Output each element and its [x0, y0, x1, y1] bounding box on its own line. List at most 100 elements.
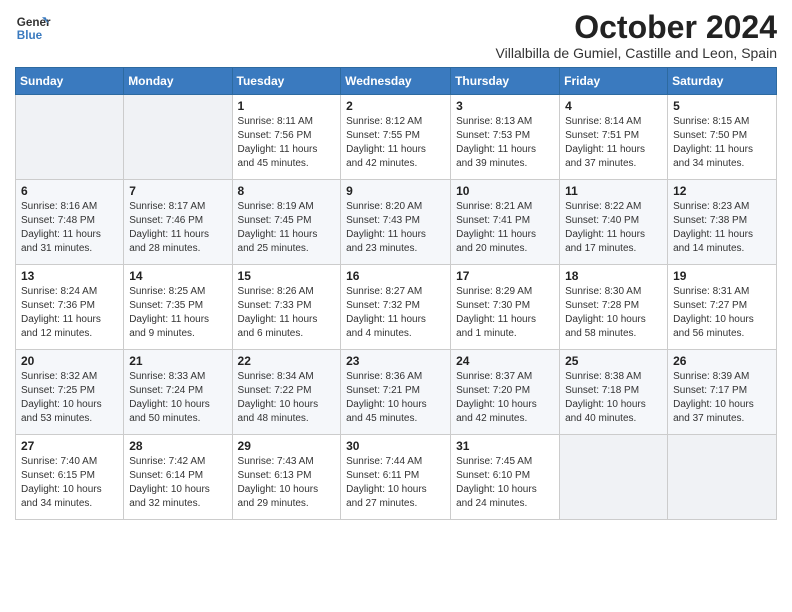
weekday-header-cell: Friday — [560, 68, 668, 95]
day-number: 10 — [456, 184, 554, 198]
day-info: Sunrise: 8:15 AM Sunset: 7:50 PM Dayligh… — [673, 115, 771, 171]
day-number: 19 — [673, 269, 771, 283]
day-number: 26 — [673, 354, 771, 368]
day-number: 24 — [456, 354, 554, 368]
weekday-header-cell: Sunday — [16, 68, 124, 95]
day-number: 1 — [238, 99, 336, 113]
calendar-table: SundayMondayTuesdayWednesdayThursdayFrid… — [15, 67, 777, 520]
day-info: Sunrise: 7:44 AM Sunset: 6:11 PM Dayligh… — [346, 455, 445, 511]
day-info: Sunrise: 8:26 AM Sunset: 7:33 PM Dayligh… — [238, 285, 336, 341]
calendar-cell: 14 Sunrise: 8:25 AM Sunset: 7:35 PM Dayli… — [124, 265, 232, 350]
day-info: Sunrise: 7:42 AM Sunset: 6:14 PM Dayligh… — [129, 455, 226, 511]
logo-icon: General Blue — [15, 10, 51, 46]
day-number: 16 — [346, 269, 445, 283]
day-info: Sunrise: 8:37 AM Sunset: 7:20 PM Dayligh… — [456, 370, 554, 426]
day-info: Sunrise: 8:13 AM Sunset: 7:53 PM Dayligh… — [456, 115, 554, 171]
calendar-cell: 16 Sunrise: 8:27 AM Sunset: 7:32 PM Dayli… — [341, 265, 451, 350]
calendar-cell: 13 Sunrise: 8:24 AM Sunset: 7:36 PM Dayli… — [16, 265, 124, 350]
calendar-week-row: 13 Sunrise: 8:24 AM Sunset: 7:36 PM Dayli… — [16, 265, 777, 350]
weekday-header-cell: Saturday — [668, 68, 777, 95]
day-number: 31 — [456, 439, 554, 453]
calendar-week-row: 27 Sunrise: 7:40 AM Sunset: 6:15 PM Dayli… — [16, 435, 777, 520]
calendar-cell: 18Sunrise: 8:30 AM Sunset: 7:28 PM Dayli… — [560, 265, 668, 350]
day-info: Sunrise: 8:33 AM Sunset: 7:24 PM Dayligh… — [129, 370, 226, 426]
calendar-cell: 3 Sunrise: 8:13 AM Sunset: 7:53 PM Daylig… — [451, 95, 560, 180]
weekday-header-row: SundayMondayTuesdayWednesdayThursdayFrid… — [16, 68, 777, 95]
day-info: Sunrise: 8:21 AM Sunset: 7:41 PM Dayligh… — [456, 200, 554, 256]
day-number: 3 — [456, 99, 554, 113]
day-info: Sunrise: 8:31 AM Sunset: 7:27 PM Dayligh… — [673, 285, 771, 341]
calendar-cell: 17Sunrise: 8:29 AM Sunset: 7:30 PM Dayli… — [451, 265, 560, 350]
calendar-week-row: 20 Sunrise: 8:32 AM Sunset: 7:25 PM Dayli… — [16, 350, 777, 435]
day-info: Sunrise: 8:32 AM Sunset: 7:25 PM Dayligh… — [21, 370, 118, 426]
calendar-cell — [668, 435, 777, 520]
calendar-body: 1Sunrise: 8:11 AM Sunset: 7:56 PM Daylig… — [16, 95, 777, 520]
calendar-cell: 26 Sunrise: 8:39 AM Sunset: 7:17 PM Dayli… — [668, 350, 777, 435]
day-number: 7 — [129, 184, 226, 198]
calendar-cell: 27 Sunrise: 7:40 AM Sunset: 6:15 PM Dayli… — [16, 435, 124, 520]
day-number: 25 — [565, 354, 662, 368]
day-info: Sunrise: 7:40 AM Sunset: 6:15 PM Dayligh… — [21, 455, 118, 511]
calendar-cell: 21Sunrise: 8:33 AM Sunset: 7:24 PM Dayli… — [124, 350, 232, 435]
svg-text:Blue: Blue — [17, 29, 43, 42]
day-number: 22 — [238, 354, 336, 368]
calendar-cell: 12Sunrise: 8:23 AM Sunset: 7:38 PM Dayli… — [668, 180, 777, 265]
day-number: 2 — [346, 99, 445, 113]
calendar-week-row: 6 Sunrise: 8:16 AM Sunset: 7:48 PM Daylig… — [16, 180, 777, 265]
calendar-cell: 23Sunrise: 8:36 AM Sunset: 7:21 PM Dayli… — [341, 350, 451, 435]
location-title: Villalbilla de Gumiel, Castille and Leon… — [496, 45, 777, 61]
calendar-week-row: 1Sunrise: 8:11 AM Sunset: 7:56 PM Daylig… — [16, 95, 777, 180]
day-number: 14 — [129, 269, 226, 283]
day-info: Sunrise: 8:39 AM Sunset: 7:17 PM Dayligh… — [673, 370, 771, 426]
calendar-cell: 29 Sunrise: 7:43 AM Sunset: 6:13 PM Dayli… — [232, 435, 341, 520]
calendar-cell: 31 Sunrise: 7:45 AM Sunset: 6:10 PM Dayli… — [451, 435, 560, 520]
day-info: Sunrise: 8:34 AM Sunset: 7:22 PM Dayligh… — [238, 370, 336, 426]
day-number: 9 — [346, 184, 445, 198]
day-info: Sunrise: 8:19 AM Sunset: 7:45 PM Dayligh… — [238, 200, 336, 256]
calendar-cell: 15 Sunrise: 8:26 AM Sunset: 7:33 PM Dayli… — [232, 265, 341, 350]
month-title: October 2024 — [496, 10, 777, 45]
day-info: Sunrise: 8:14 AM Sunset: 7:51 PM Dayligh… — [565, 115, 662, 171]
day-info: Sunrise: 8:27 AM Sunset: 7:32 PM Dayligh… — [346, 285, 445, 341]
day-info: Sunrise: 8:22 AM Sunset: 7:40 PM Dayligh… — [565, 200, 662, 256]
day-info: Sunrise: 8:16 AM Sunset: 7:48 PM Dayligh… — [21, 200, 118, 256]
day-info: Sunrise: 8:20 AM Sunset: 7:43 PM Dayligh… — [346, 200, 445, 256]
day-info: Sunrise: 7:43 AM Sunset: 6:13 PM Dayligh… — [238, 455, 336, 511]
day-number: 20 — [21, 354, 118, 368]
calendar-cell: 24 Sunrise: 8:37 AM Sunset: 7:20 PM Dayli… — [451, 350, 560, 435]
weekday-header-cell: Wednesday — [341, 68, 451, 95]
calendar-cell: 2 Sunrise: 8:12 AM Sunset: 7:55 PM Daylig… — [341, 95, 451, 180]
calendar-cell — [124, 95, 232, 180]
day-info: Sunrise: 8:30 AM Sunset: 7:28 PM Dayligh… — [565, 285, 662, 341]
calendar-cell: 30 Sunrise: 7:44 AM Sunset: 6:11 PM Dayli… — [341, 435, 451, 520]
calendar-cell — [560, 435, 668, 520]
day-info: Sunrise: 8:25 AM Sunset: 7:35 PM Dayligh… — [129, 285, 226, 341]
day-info: Sunrise: 8:38 AM Sunset: 7:18 PM Dayligh… — [565, 370, 662, 426]
calendar-cell: 22 Sunrise: 8:34 AM Sunset: 7:22 PM Dayli… — [232, 350, 341, 435]
day-info: Sunrise: 8:17 AM Sunset: 7:46 PM Dayligh… — [129, 200, 226, 256]
day-number: 28 — [129, 439, 226, 453]
logo: General Blue — [15, 10, 51, 46]
calendar-cell: 20 Sunrise: 8:32 AM Sunset: 7:25 PM Dayli… — [16, 350, 124, 435]
day-number: 23 — [346, 354, 445, 368]
weekday-header-cell: Thursday — [451, 68, 560, 95]
calendar-cell: 11Sunrise: 8:22 AM Sunset: 7:40 PM Dayli… — [560, 180, 668, 265]
calendar-cell: 5Sunrise: 8:15 AM Sunset: 7:50 PM Daylig… — [668, 95, 777, 180]
page-header: General Blue October 2024 Villalbilla de… — [15, 10, 777, 61]
title-area: October 2024 Villalbilla de Gumiel, Cast… — [496, 10, 777, 61]
day-number: 29 — [238, 439, 336, 453]
calendar-cell: 19 Sunrise: 8:31 AM Sunset: 7:27 PM Dayli… — [668, 265, 777, 350]
day-info: Sunrise: 8:12 AM Sunset: 7:55 PM Dayligh… — [346, 115, 445, 171]
day-number: 13 — [21, 269, 118, 283]
day-number: 30 — [346, 439, 445, 453]
calendar-cell: 25 Sunrise: 8:38 AM Sunset: 7:18 PM Dayli… — [560, 350, 668, 435]
weekday-header-cell: Monday — [124, 68, 232, 95]
day-info: Sunrise: 7:45 AM Sunset: 6:10 PM Dayligh… — [456, 455, 554, 511]
calendar-cell — [16, 95, 124, 180]
day-info: Sunrise: 8:24 AM Sunset: 7:36 PM Dayligh… — [21, 285, 118, 341]
day-number: 27 — [21, 439, 118, 453]
calendar-cell: 10 Sunrise: 8:21 AM Sunset: 7:41 PM Dayli… — [451, 180, 560, 265]
day-number: 6 — [21, 184, 118, 198]
day-number: 15 — [238, 269, 336, 283]
calendar-cell: 1Sunrise: 8:11 AM Sunset: 7:56 PM Daylig… — [232, 95, 341, 180]
